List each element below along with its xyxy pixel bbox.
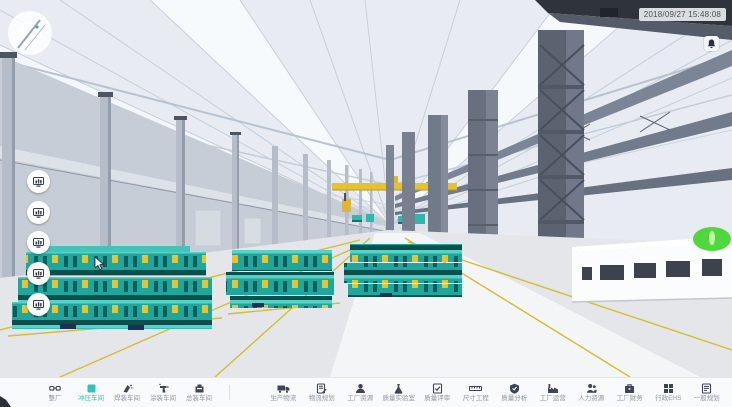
dashboard-button-5[interactable]: [27, 293, 50, 316]
toolbar-item-general-planning[interactable]: 一般规划: [688, 383, 727, 402]
toolbar-item-label: 物流规划: [309, 395, 335, 402]
toolbar-item-label: 工厂资源: [347, 395, 373, 402]
toolbar-item-factory-operations[interactable]: 工厂运营: [534, 383, 573, 402]
toolbar-item-label: 尺寸工程: [463, 395, 489, 402]
spray-icon: [158, 383, 169, 394]
person-gear-icon: [355, 383, 366, 394]
cube-icon: [86, 383, 97, 394]
flask-icon: [393, 383, 404, 394]
shield-icon: [509, 383, 520, 394]
toolbar-item-label: 焊装车间: [114, 395, 140, 402]
notification-bell-button[interactable]: [704, 36, 719, 51]
press-icon: [194, 383, 205, 394]
dashboard-icon: [33, 208, 44, 218]
review-icon: [432, 383, 443, 394]
toolbar-item-welding-shop[interactable]: 焊装车间: [109, 383, 145, 402]
workshop-toolbar: 整厂 冲压车间 焊装车间 涂装车间 总装车间 生产物流 物流规划: [0, 377, 732, 407]
toolbar-item-dimensional-engineering[interactable]: 尺寸工程: [457, 383, 496, 402]
toolbar-item-production-logistics[interactable]: 生产物流: [264, 383, 303, 402]
green-status-marker[interactable]: [693, 227, 731, 251]
toolbar-item-stamping-shop[interactable]: 冲压车间: [73, 383, 109, 402]
toolbar-item-factory-finance[interactable]: 工厂财务: [611, 383, 650, 402]
die-stacks-front: [12, 246, 212, 330]
toolbar-item-label: 质量分析: [501, 395, 527, 402]
bell-icon: [707, 39, 716, 49]
toolbar-item-label: 生产物流: [270, 395, 296, 402]
dashboard-button-1[interactable]: [27, 170, 50, 193]
factory-3d-viewport[interactable]: 2018/09/27 15:48:08: [0, 0, 732, 377]
dashboard-icon: [33, 269, 44, 279]
person-icon: [586, 383, 597, 394]
toolbar-item-label: 工厂运营: [540, 395, 566, 402]
toolbar-item-assembly-shop[interactable]: 总装车间: [181, 383, 217, 402]
toolbar-item-factory-resources[interactable]: 工厂资源: [341, 383, 380, 402]
toolbar-item-label: 质量实验室: [383, 395, 416, 402]
dashboard-button-4[interactable]: [27, 262, 50, 285]
toolbar-item-paint-shop[interactable]: 涂装车间: [145, 383, 181, 402]
toolbar-item-quality-analysis[interactable]: 质量分析: [495, 383, 534, 402]
toolbar-item-label: 行政EHS: [655, 395, 681, 402]
glasses-icon: [49, 383, 61, 394]
toolbar-item-quality-lab[interactable]: 质量实验室: [380, 383, 419, 402]
toolbar-item-label: 整厂: [49, 395, 62, 402]
dashboard-button-3[interactable]: [27, 231, 50, 254]
dashboard-button-2[interactable]: [27, 201, 50, 224]
toolbar-item-label: 质量评审: [424, 395, 450, 402]
truck-icon: [277, 383, 290, 394]
toolbar-item-human-resources[interactable]: 人力资源: [572, 383, 611, 402]
toolbar-item-label: 人力资源: [578, 395, 604, 402]
plan-icon: [316, 383, 327, 394]
briefcase-icon: [624, 383, 635, 394]
toolbar-item-label: 总装车间: [186, 395, 212, 402]
toolbar-item-quality-review[interactable]: 质量评审: [418, 383, 457, 402]
toolbar-item-label: 一般规划: [694, 395, 720, 402]
dashboard-icon: [33, 177, 44, 187]
toolbar-item-label: 工厂财务: [617, 395, 643, 402]
toolbar-item-logistics-planning[interactable]: 物流规划: [303, 383, 342, 402]
toolbar-item-label: 涂装车间: [150, 395, 176, 402]
die-stacks-mid: [226, 250, 334, 308]
welding-icon: [122, 383, 133, 394]
glow-highlight: [8, 11, 52, 55]
dashboard-icon: [33, 238, 44, 248]
ruler-icon: [469, 383, 482, 394]
die-stacks-center: [344, 244, 462, 297]
doc-icon: [701, 383, 712, 394]
toolbar-item-label: 冲压车间: [78, 395, 104, 402]
digital-twin-app: 2018/09/27 15:48:08: [0, 0, 732, 407]
factory-3d-render: [0, 0, 732, 377]
timestamp: 2018/09/27 15:48:08: [639, 8, 726, 21]
toolbar-item-plant-overview[interactable]: 整厂: [37, 383, 73, 402]
dashboard-icon: [33, 300, 44, 310]
factory-icon: [547, 383, 559, 394]
toolbar-divider: [229, 385, 230, 400]
toolbar-item-admin-ehs[interactable]: 行政EHS: [649, 383, 688, 402]
grid-icon: [663, 383, 674, 394]
